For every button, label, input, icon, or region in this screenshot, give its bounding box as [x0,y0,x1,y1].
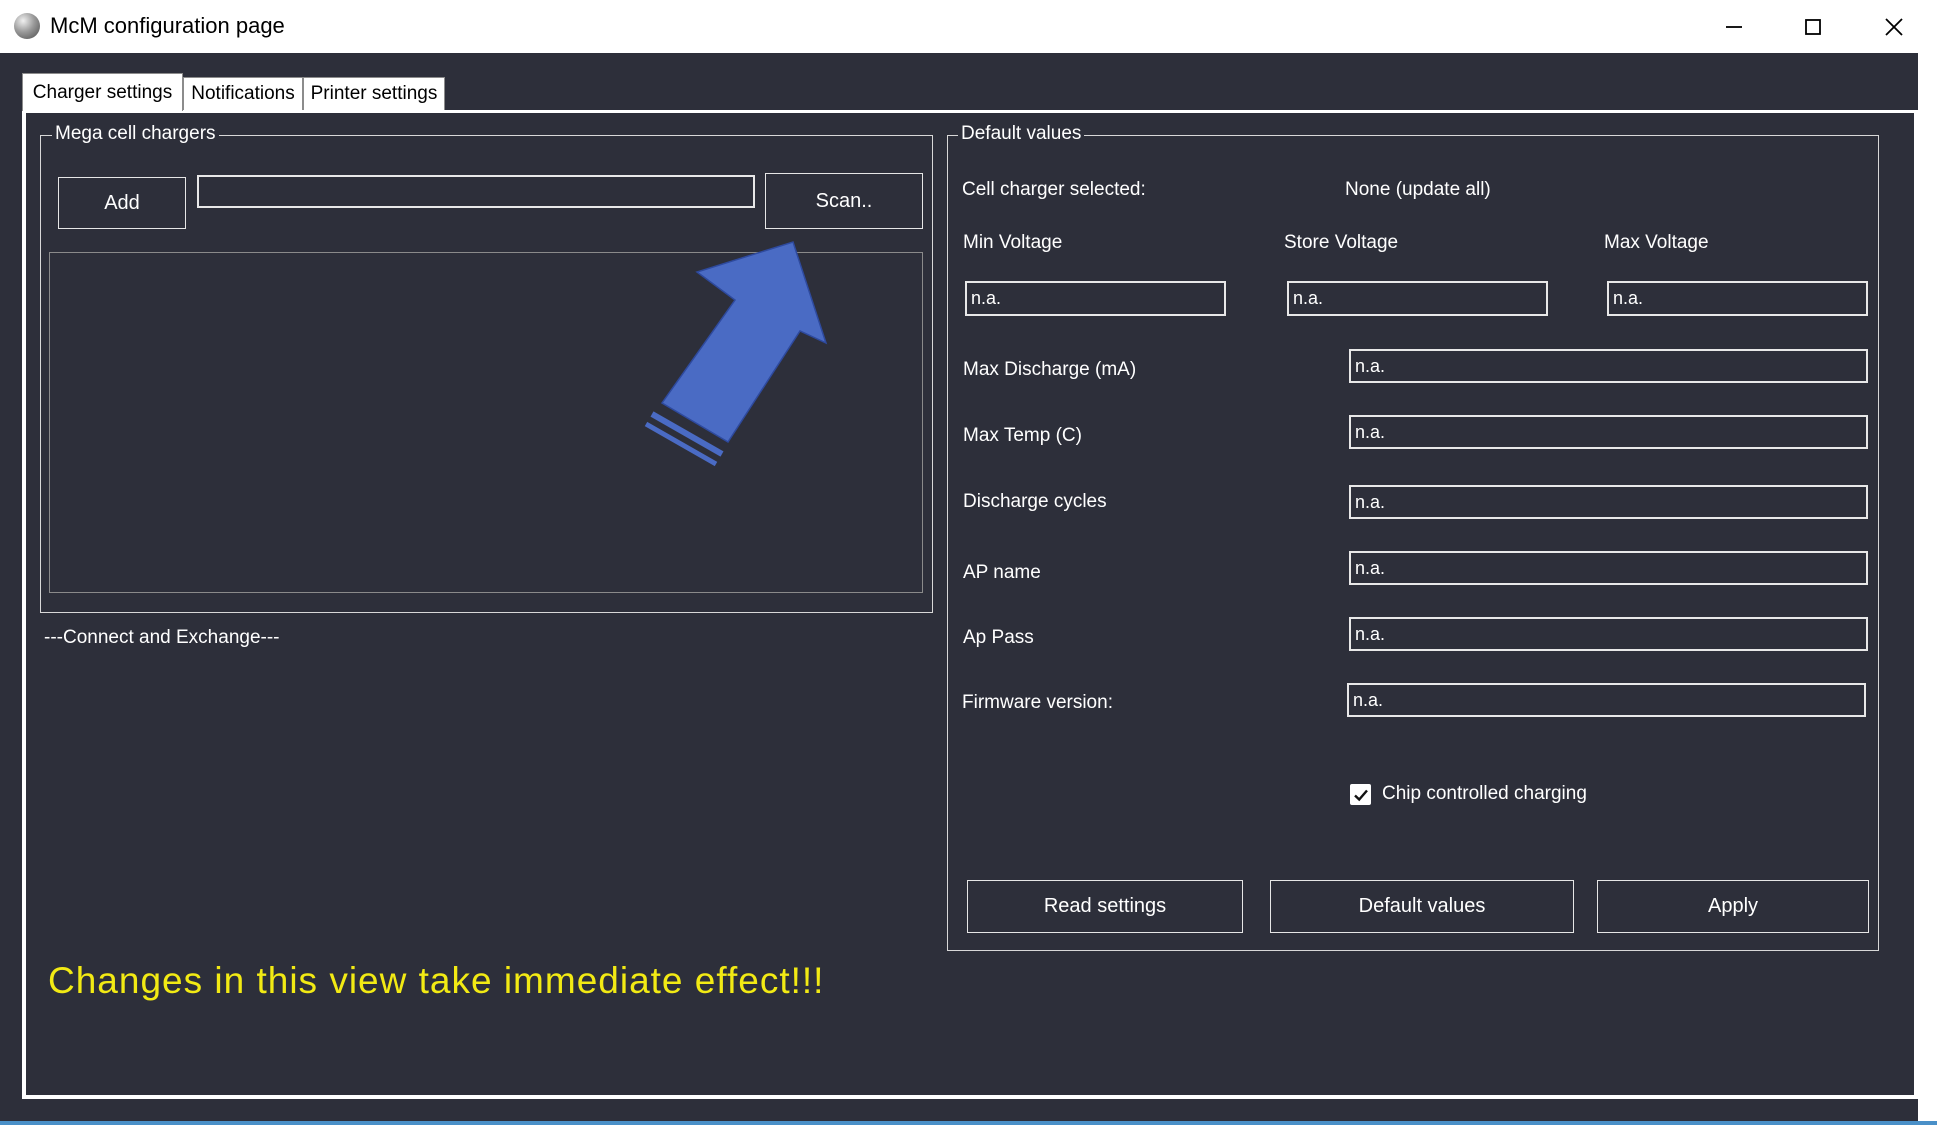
firmware-version-input[interactable]: n.a. [1347,683,1866,717]
max-discharge-input[interactable]: n.a. [1349,349,1868,383]
app-icon [14,13,40,39]
selected-charger-value: None (update all) [1345,179,1491,200]
taskbar-edge [0,1121,1937,1125]
status-text: ---Connect and Exchange--- [44,627,280,648]
window-border [1918,53,1937,1125]
checkmark-icon [1353,789,1368,801]
title-bar [0,0,1937,53]
max-voltage-label: Max Voltage [1604,232,1709,253]
max-voltage-input[interactable]: n.a. [1607,281,1868,316]
store-voltage-label: Store Voltage [1284,232,1399,253]
window-title: McM configuration page [50,13,285,38]
ap-name-input[interactable]: n.a. [1349,551,1868,585]
default-values-button[interactable]: Default values [1270,880,1574,933]
read-settings-button[interactable]: Read settings [967,880,1243,933]
ap-name-label: AP name [963,562,1041,583]
apply-button[interactable]: Apply [1597,880,1869,933]
annotation-arrow-icon [644,241,828,467]
chip-controlled-checkbox[interactable] [1350,784,1371,805]
maximize-button[interactable] [1774,0,1852,53]
min-voltage-label: Min Voltage [963,232,1063,253]
chip-controlled-label[interactable]: Chip controlled charging [1382,783,1587,805]
selected-charger-label: Cell charger selected: [962,179,1146,200]
ap-pass-label: Ap Pass [963,627,1034,648]
max-temp-label: Max Temp (C) [963,425,1082,446]
minimize-button[interactable] [1695,0,1773,53]
discharge-cycles-label: Discharge cycles [963,491,1107,512]
tab-notifications[interactable]: Notifications [183,77,303,110]
max-temp-input[interactable]: n.a. [1349,415,1868,449]
scan-button[interactable]: Scan.. [765,173,923,229]
close-icon [1885,17,1903,36]
charger-address-input[interactable] [197,175,755,208]
minimize-icon [1726,25,1742,28]
ap-pass-input[interactable]: n.a. [1349,617,1868,651]
add-button[interactable]: Add [58,177,186,229]
defaults-group [947,135,1879,951]
maximize-icon [1805,18,1821,35]
warning-text: Changes in this view take immediate effe… [48,960,825,1001]
tab-printer-settings[interactable]: Printer settings [303,77,445,110]
discharge-cycles-input[interactable]: n.a. [1349,485,1868,519]
store-voltage-input[interactable]: n.a. [1287,281,1548,316]
firmware-version-label: Firmware version: [962,692,1113,713]
min-voltage-input[interactable]: n.a. [965,281,1226,316]
defaults-group-title: Default values [958,123,1085,145]
close-button[interactable] [1855,0,1933,53]
max-discharge-label: Max Discharge (mA) [963,359,1137,380]
tab-charger-settings[interactable]: Charger settings [22,73,183,111]
chargers-group-title: Mega cell chargers [52,123,219,145]
